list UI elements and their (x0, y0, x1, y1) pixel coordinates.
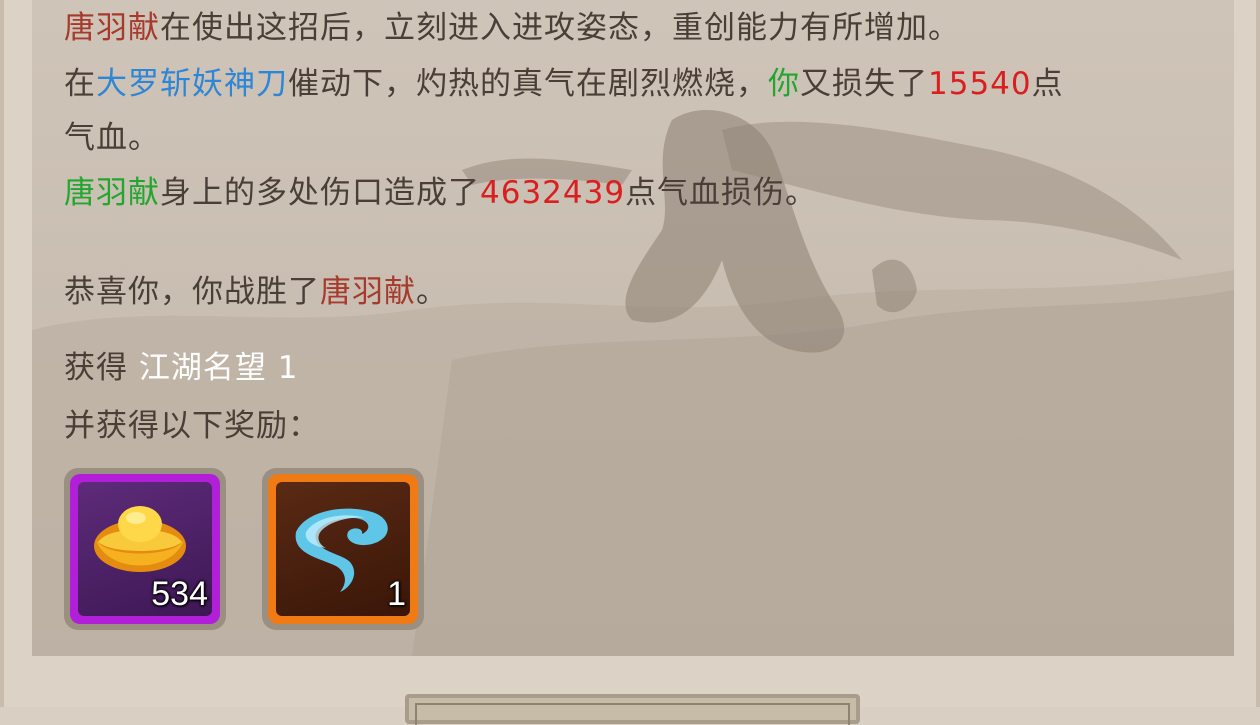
log-text: 点 (1031, 66, 1064, 102)
log-text: 。 (416, 274, 448, 310)
skill-name: 大罗斩妖神刀 (96, 66, 288, 102)
reputation-gain: 获得 江湖名望 1 (64, 340, 298, 396)
reward-item-vortex[interactable]: 1 (262, 468, 424, 630)
item-count: 1 (387, 575, 406, 613)
log-line-3: 唐羽献身上的多处伤口造成了4632439点气血损伤。 (64, 165, 817, 221)
log-line-1: 唐羽献在使出这招后，立刻进入进攻姿态，重创能力有所增加。 (64, 0, 960, 56)
item-count: 534 (151, 575, 208, 613)
log-text: 又损失了 (800, 66, 928, 102)
battle-log-panel: 唐羽献在使出这招后，立刻进入进攻姿态，重创能力有所增加。 在大罗斩妖神刀催动下，… (32, 0, 1234, 656)
npc-name: 唐羽献 (64, 175, 160, 211)
reputation-value: 江湖名望 1 (138, 350, 299, 386)
confirm-button[interactable] (405, 694, 860, 725)
damage-value: 15540 (928, 66, 1032, 102)
gain-label: 获得 (64, 350, 128, 386)
victory-message: 恭喜你，你战胜了唐羽献。 (64, 264, 448, 320)
log-text: 在使出这招后，立刻进入进攻姿态，重创能力有所增加。 (160, 10, 960, 46)
log-text: 身上的多处伤口造成了 (160, 175, 480, 211)
npc-name: 唐羽献 (64, 10, 160, 46)
log-line-2-continued: 气血。 (64, 110, 160, 166)
log-text: 恭喜你，你战胜了 (64, 274, 320, 310)
log-text: 催动下，灼热的真气在剧烈燃烧， (288, 66, 768, 102)
log-line-2: 在大罗斩妖神刀催动下，灼热的真气在剧烈燃烧，你又损失了15540点 (64, 56, 1064, 112)
player-name: 你 (768, 66, 800, 102)
log-text: 气血。 (64, 120, 160, 156)
damage-value: 4632439 (480, 175, 626, 211)
log-text: 在 (64, 66, 96, 102)
reward-item-gold-ingot[interactable]: 534 (64, 468, 226, 630)
log-text: 点气血损伤。 (625, 175, 818, 211)
rewards-label: 并获得以下奖励： (64, 408, 320, 444)
npc-name: 唐羽献 (320, 274, 416, 310)
